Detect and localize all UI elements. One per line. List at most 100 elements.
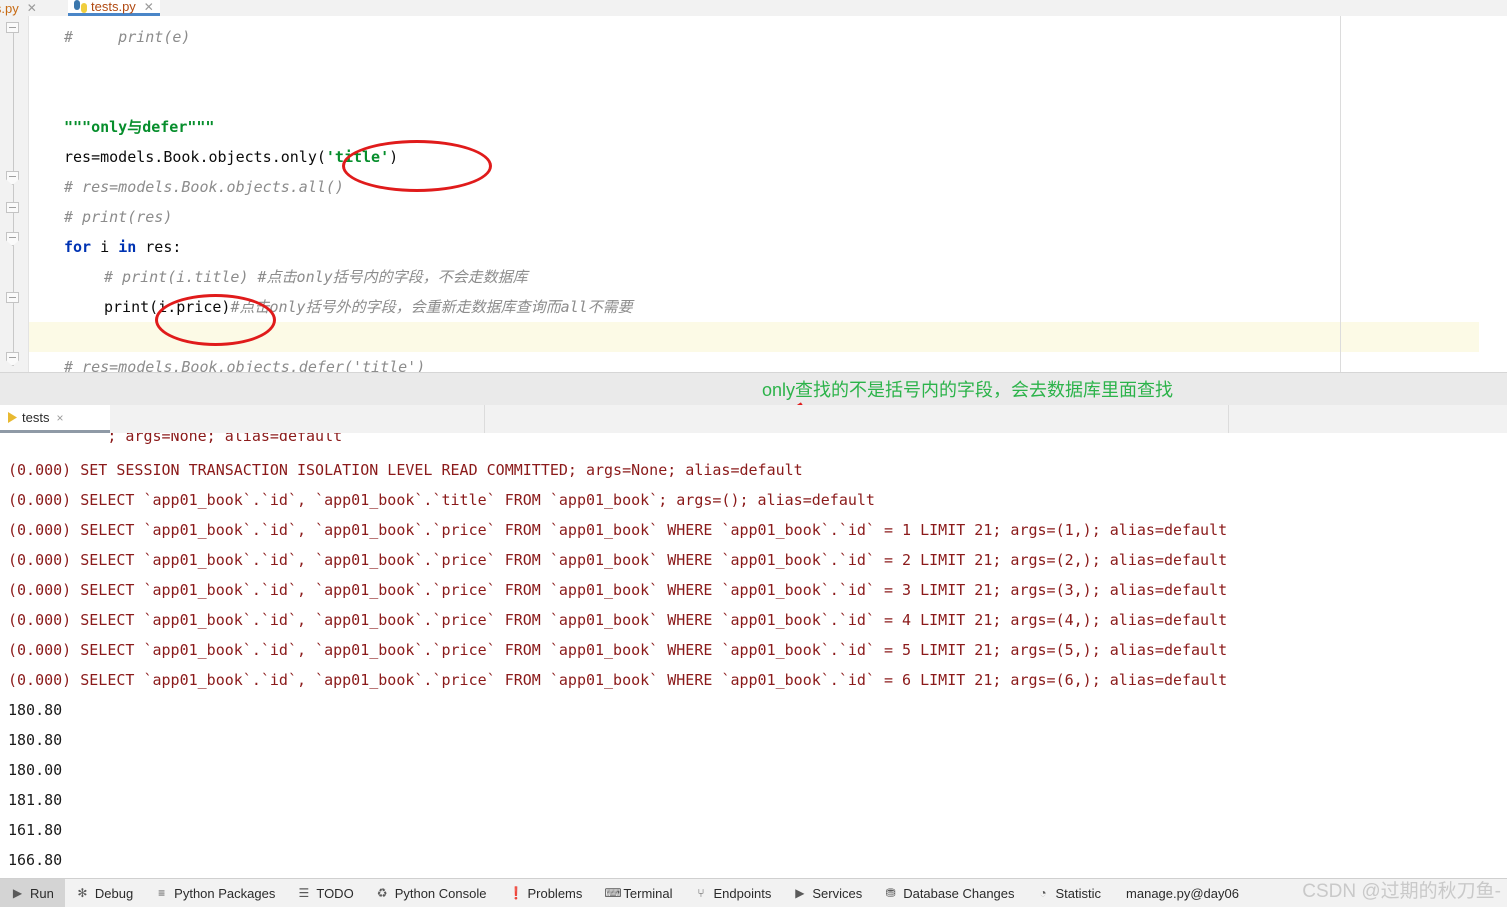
fold-marker-icon[interactable]	[6, 352, 21, 366]
code-line: """only与defer"""	[28, 112, 214, 142]
todo-list-icon: ☰	[298, 885, 310, 900]
bottom-bar-item-label: Python Packages	[174, 885, 276, 901]
annotation-text: only查找的不是括号内的字段，会去数据库里面查找	[762, 380, 1174, 400]
console-sql-line: (0.000) SELECT `app01_book`.`id`, `app01…	[8, 551, 1228, 569]
bottom-bar-item-todo[interactable]: ☰ TODO	[286, 879, 364, 907]
bottom-bar-item-debug[interactable]: ✻ Debug	[65, 879, 144, 907]
database-icon: ⛃	[885, 885, 896, 900]
console-sql-line: (0.000) SELECT `app01_book`.`id`, `app01…	[8, 671, 1228, 689]
fold-marker-icon[interactable]	[6, 202, 21, 215]
bottom-bar-item-run[interactable]: ▶ Run	[0, 879, 65, 907]
code-token: res:	[136, 238, 182, 256]
code-token: i	[91, 238, 119, 256]
run-triangle-icon	[8, 412, 17, 423]
bottom-bar-item-label: Debug	[94, 885, 134, 901]
code-token: #点击only括号外的字段，会重新走数据库查询而all不需要	[230, 298, 633, 316]
bottom-bar-item-endpoints[interactable]: ⑂ Endpoints	[684, 879, 783, 907]
code-token: res=models.Book.objects.only(	[64, 148, 326, 166]
bottom-bar-item-label: Endpoints	[713, 885, 772, 901]
console-sql-line: (0.000) SELECT `app01_book`.`id`, `app01…	[8, 611, 1228, 629]
close-icon[interactable]: ×	[56, 411, 63, 425]
bottom-bar-item-label: Python Console	[394, 885, 487, 901]
console-line: ; args=None; alias=default	[8, 433, 343, 445]
bottom-bar-item-python-packages[interactable]: ≡ Python Packages	[144, 879, 286, 907]
pycharm-window: ls.py ✕ tests.py ✕ # print(e) """only与def…	[0, 0, 1507, 907]
editor-tab-label: tests.py	[91, 0, 136, 14]
code-token: in	[118, 238, 137, 256]
bottom-bar-item-label: Problems	[527, 885, 583, 901]
code-editor[interactable]: # print(e) """only与defer""" res=models.Boo…	[0, 16, 1507, 372]
bottom-bar-item-database-changes[interactable]: ⛃ Database Changes	[873, 879, 1025, 907]
statistic-pie-icon: ◔	[1039, 885, 1047, 900]
run-tab-label: tests	[22, 410, 50, 425]
code-token: for	[64, 238, 92, 256]
python-file-icon	[74, 0, 87, 13]
code-line: # res=models.Book.objects.defer('title')	[28, 352, 425, 372]
bottom-bar-item-terminal[interactable]: ⌨ Terminal	[593, 879, 683, 907]
code-token: # res=models.Book.objects.all()	[64, 178, 344, 196]
editor-tab-tests[interactable]: tests.py ✕	[68, 0, 160, 16]
bottom-bar-item-label: Database Changes	[903, 885, 1015, 901]
code-token: # print(e)	[64, 28, 191, 46]
ellipse-i-price	[155, 294, 276, 346]
console-sql-line: (0.000) SELECT `app01_book`.`id`, `app01…	[8, 641, 1228, 659]
run-console-output[interactable]: ; args=None; alias=default (0.000) SET SE…	[0, 433, 1507, 878]
bottom-bar-item-label: TODO	[316, 885, 354, 901]
ellipse-only-title	[342, 140, 492, 192]
code-token: # res=models.Book.objects.defer('title')	[64, 358, 426, 372]
console-sql-line: (0.000) SELECT `app01_book`.`id`, `app01…	[8, 521, 1228, 539]
fold-marker-icon[interactable]	[6, 171, 21, 185]
fold-marker-icon[interactable]	[6, 292, 21, 305]
tab-divider	[1228, 405, 1229, 433]
console-value-line: 181.80	[8, 791, 63, 809]
editor-tab-label: ls.py	[0, 0, 19, 16]
bug-icon: ✻	[77, 885, 88, 900]
code-token: """only与defer"""	[64, 118, 215, 136]
run-triangle-icon: ▶	[12, 885, 23, 900]
bottom-tool-window-bar[interactable]: ▶ Run ✻ Debug ≡ Python Packages ☰ TODO ♻ Python C…	[0, 878, 1507, 907]
console-sql-line: (0.000) SET SESSION TRANSACTION ISOLATIO…	[8, 461, 803, 479]
annotation-band	[0, 372, 1507, 406]
bottom-bar-item-label: Services	[812, 885, 863, 901]
console-value-line: 180.80	[8, 731, 63, 749]
bottom-bar-item-services[interactable]: ▶ Services	[782, 879, 873, 907]
editor-tab-strip: ls.py ✕ tests.py ✕	[0, 0, 1507, 17]
fold-guide-line	[13, 26, 14, 366]
packages-icon: ≡	[158, 885, 166, 900]
console-value-line: 180.80	[8, 701, 63, 719]
run-tab-tests[interactable]: tests ×	[0, 405, 110, 433]
bottom-bar-item-problems[interactable]: ❗ Problems	[497, 879, 593, 907]
fold-marker-icon[interactable]	[6, 232, 21, 246]
code-line: for i in res:	[28, 232, 181, 262]
endpoints-icon: ⑂	[697, 885, 705, 900]
editor-gutter[interactable]	[0, 16, 29, 372]
code-line: # print(res)	[28, 202, 172, 232]
services-play-icon: ▶	[795, 885, 805, 900]
console-value-line: 166.80	[8, 851, 63, 869]
code-line: # print(e)	[28, 22, 190, 52]
editor-tab-models[interactable]: ls.py ✕	[0, 0, 43, 16]
bottom-bar-item-python-console[interactable]: ♻ Python Console	[365, 879, 498, 907]
code-token: # print(i.title) #点击only括号内的字段，不会走数据库	[104, 268, 528, 286]
console-value-line: 180.00	[8, 761, 63, 779]
code-line: # print(i.title) #点击only括号内的字段，不会走数据库	[28, 262, 528, 292]
bottom-bar-item-label: Run	[30, 885, 54, 901]
problems-icon: ❗	[508, 885, 524, 900]
bottom-bar-item-statistic[interactable]: ◔ Statistic	[1026, 879, 1113, 907]
code-line: # res=models.Book.objects.all()	[28, 172, 344, 202]
close-icon[interactable]: ✕	[27, 1, 37, 15]
console-sql-line: (0.000) SELECT `app01_book`.`id`, `app01…	[8, 491, 875, 509]
close-icon[interactable]: ✕	[144, 0, 154, 14]
code-token: # print(res)	[64, 208, 173, 226]
bottom-bar-item-label: Statistic	[1055, 885, 1102, 901]
tab-divider	[484, 405, 485, 433]
run-configuration-status: manage.py@day06	[1126, 885, 1239, 901]
console-sql-line: (0.000) SELECT `app01_book`.`id`, `app01…	[8, 581, 1228, 599]
code-line: print(i.price)#点击only括号外的字段，会重新走数据库查询而al…	[28, 292, 633, 322]
csdn-watermark: CSDN @过期的秋刀鱼-	[1302, 881, 1501, 902]
console-value-line: 161.80	[8, 821, 63, 839]
bottom-bar-item-label: Terminal	[623, 885, 673, 901]
python-console-icon: ♻	[376, 885, 388, 900]
run-tool-window-tabs: tests ×	[0, 405, 1507, 434]
fold-marker-icon[interactable]	[6, 22, 21, 35]
